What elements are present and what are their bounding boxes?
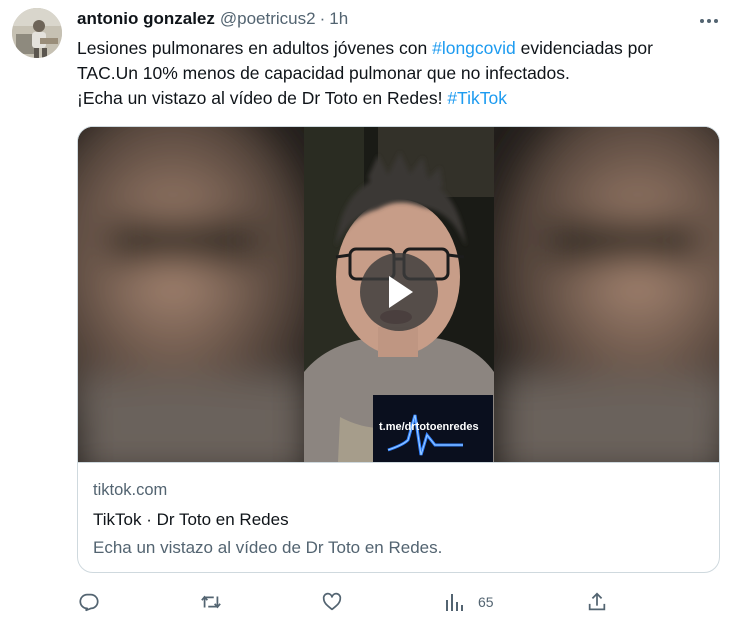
- play-button[interactable]: [360, 253, 438, 331]
- tweet-header: antonio gonzalez @poetricus2 · 1h: [77, 9, 348, 31]
- separator-dot: ·: [319, 9, 326, 28]
- card-info: tiktok.com TikTok · Dr Toto en Redes Ech…: [78, 462, 719, 572]
- more-options-button[interactable]: [694, 8, 724, 34]
- action-bar: 65: [0, 586, 756, 618]
- like-icon: [322, 592, 342, 611]
- hashtag-tiktok[interactable]: #TikTok: [447, 88, 507, 108]
- tweet-text-line-2: TAC.Un 10% menos de capacidad pulmonar q…: [77, 63, 570, 83]
- like-button[interactable]: [321, 590, 343, 614]
- card-domain: tiktok.com: [93, 481, 168, 499]
- author-name[interactable]: antonio gonzalez: [77, 9, 215, 29]
- views-icon: [446, 594, 463, 611]
- share-button[interactable]: [586, 590, 608, 614]
- views-button[interactable]: 65: [444, 590, 494, 614]
- tweet-text-line-3: ¡Echa un vistazo al vídeo de Dr Toto en …: [77, 86, 727, 111]
- reply-button[interactable]: [78, 590, 100, 614]
- share-icon: [588, 592, 606, 611]
- tweet: antonio gonzalez @poetricus2 · 1h Lesion…: [0, 0, 756, 630]
- views-count: 65: [478, 594, 494, 610]
- avatar[interactable]: [12, 8, 62, 58]
- hashtag-longcovid[interactable]: #longcovid: [432, 38, 516, 58]
- retweet-button[interactable]: [199, 590, 223, 614]
- avatar-icon: [12, 8, 62, 58]
- watermark-text: t.me/drtotoenredes: [379, 421, 479, 433]
- play-icon: [389, 276, 413, 308]
- tweet-text-line-1: Lesiones pulmonares en adultos jóvenes c…: [77, 36, 727, 61]
- link-card[interactable]: t.me/drtotoenredes tiktok.com TikTok · D…: [77, 126, 720, 573]
- author-handle[interactable]: @poetricus2: [220, 9, 316, 29]
- tweet-text-segment: evidenciadas por: [515, 38, 653, 58]
- video-watermark: t.me/drtotoenredes: [373, 395, 493, 462]
- more-options-icon: [700, 19, 718, 23]
- card-title: TikTok · Dr Toto en Redes: [93, 510, 289, 529]
- tweet-timestamp[interactable]: 1h: [329, 9, 348, 29]
- retweet-icon: [201, 595, 221, 609]
- tweet-text-segment: Lesiones pulmonares en adultos jóvenes c…: [77, 38, 433, 58]
- card-description: Echa un vistazo al vídeo de Dr Toto en R…: [93, 538, 443, 557]
- video-thumbnail[interactable]: t.me/drtotoenredes: [78, 127, 719, 462]
- reply-icon: [79, 593, 99, 612]
- tweet-text-segment: ¡Echa un vistazo al vídeo de Dr Toto en …: [77, 88, 448, 108]
- tweet-text: Lesiones pulmonares en adultos jóvenes c…: [77, 36, 727, 111]
